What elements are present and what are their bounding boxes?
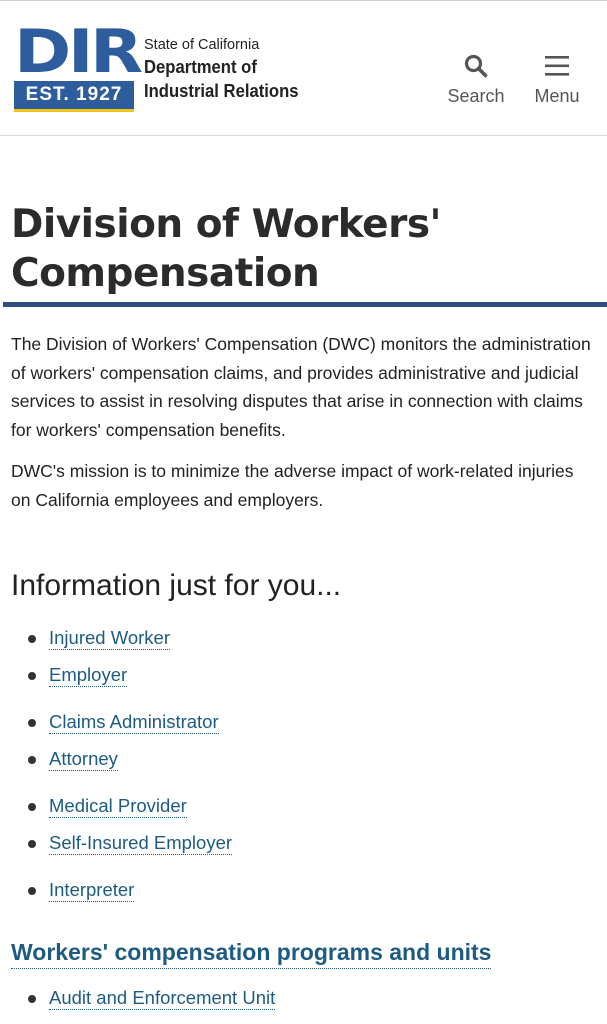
list-item: Self-Insured Employer [26, 828, 233, 865]
audience-links-list: Injured Worker Employer Claims Administr… [26, 623, 233, 912]
page-title-block: Division of Workers' Compensation [11, 200, 597, 298]
programs-section-title[interactable]: Workers' compensation programs and units [11, 936, 492, 969]
link-attorney[interactable]: Attorney [49, 748, 118, 771]
logo-underline [14, 109, 134, 112]
list-item: Claims Administrator [26, 707, 232, 744]
page-title: Division of Workers' Compensation [11, 200, 597, 298]
page-title-line2: Compensation [11, 251, 320, 296]
page-title-line1: Division of Workers' [11, 202, 441, 247]
site-header: DIR EST. 1927 State of California Depart… [0, 1, 607, 136]
menu-button[interactable]: Menu [528, 53, 586, 107]
list-item: Audit and Enforcement Unit [26, 983, 276, 1013]
list-item: Interpreter [26, 875, 232, 912]
list-item: Employer [26, 660, 232, 697]
intro-paragraph-1: The Division of Workers' Compensation (D… [11, 334, 591, 440]
units-list: Audit and Enforcement Unit [26, 983, 276, 1013]
agency-name-line2: Industrial Relations [144, 80, 299, 101]
dir-logo[interactable]: DIR EST. 1927 [14, 22, 143, 114]
hamburger-menu-icon [543, 56, 571, 83]
search-label: Search [447, 86, 505, 106]
link-medical-provider[interactable]: Medical Provider [49, 795, 187, 818]
menu-label: Menu [534, 86, 580, 106]
list-item: Injured Worker [26, 623, 232, 660]
title-rule [3, 302, 607, 307]
search-icon [463, 54, 489, 83]
link-employer[interactable]: Employer [49, 664, 128, 687]
link-injured-worker[interactable]: Injured Worker [49, 627, 170, 650]
list-item: Medical Provider [26, 791, 232, 828]
link-claims-administrator[interactable]: Claims Administrator [49, 711, 219, 734]
agency-name-line1: Department of [144, 56, 257, 77]
link-self-insured-employer[interactable]: Self-Insured Employer [49, 832, 233, 855]
agency-state: State of California [144, 37, 260, 53]
agency-name-block[interactable]: State of California Department of Indust… [144, 35, 316, 103]
info-section-title: Information just for you... [11, 569, 342, 602]
intro-text: The Division of Workers' Compensation (D… [11, 330, 596, 514]
list-item: Attorney [26, 744, 232, 781]
link-interpreter[interactable]: Interpreter [49, 879, 135, 902]
logo-mark: DIR [14, 17, 143, 87]
search-button[interactable]: Search [441, 53, 511, 107]
link-audit-enforcement-unit[interactable]: Audit and Enforcement Unit [49, 987, 276, 1010]
intro-paragraph-2: DWC's mission is to minimize the adverse… [11, 461, 574, 510]
